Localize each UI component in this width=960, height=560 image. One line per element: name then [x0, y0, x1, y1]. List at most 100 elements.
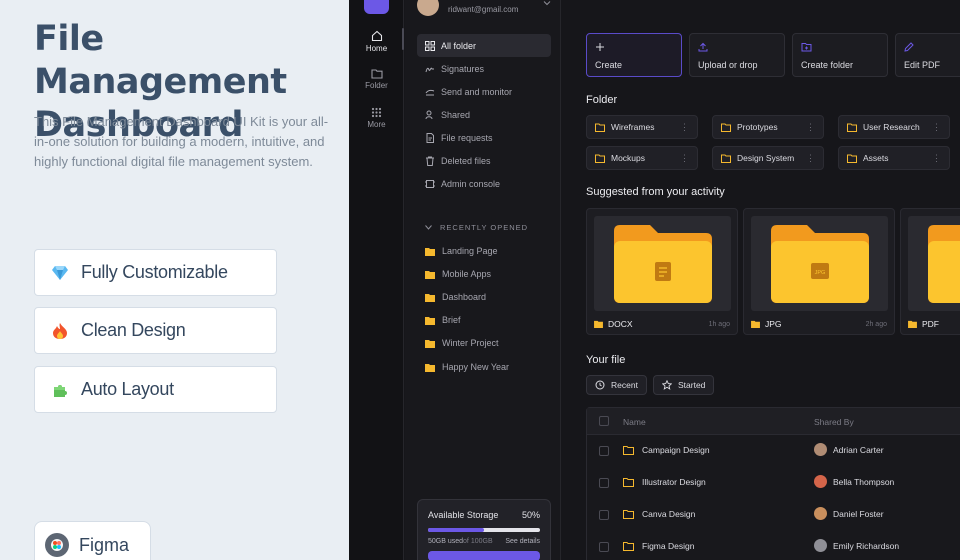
upgrade-button[interactable]: [428, 551, 540, 560]
recent-item[interactable]: Brief: [425, 315, 461, 325]
folder-chip[interactable]: Design System ⋮: [712, 146, 824, 170]
folder-icon: [623, 477, 634, 487]
recent-item[interactable]: Winter Project: [425, 338, 499, 348]
rail-item-more[interactable]: More: [349, 107, 404, 129]
filter-started-button[interactable]: Started: [653, 375, 715, 395]
file-preview: JPG: [751, 216, 888, 311]
clock-icon: [595, 380, 605, 390]
edit-pdf-button[interactable]: Edit PDF: [895, 33, 960, 77]
grid-icon: [371, 107, 382, 118]
rail-item-label: Folder: [365, 81, 388, 90]
folder-section-title: Folder: [586, 94, 618, 106]
promo-panel: File Management Dashboard This File Mana…: [0, 0, 349, 560]
folder-icon: JPG: [770, 224, 869, 303]
table-row[interactable]: Campaign Design Adrian Carter: [587, 435, 960, 467]
more-options-icon[interactable]: ⋮: [932, 122, 941, 133]
file-type-badge: JPG: [814, 270, 825, 276]
recent-item[interactable]: Dashboard: [425, 292, 486, 302]
suggested-file-card[interactable]: PDF: [900, 208, 960, 335]
sidebar-item-signatures[interactable]: Signatures: [417, 57, 551, 80]
column-header-shared-by[interactable]: Shared By: [814, 417, 854, 427]
chevron-down-icon[interactable]: [543, 0, 551, 6]
avatar: [814, 539, 827, 552]
rail-item-home[interactable]: Home: [349, 30, 404, 53]
suggested-section-title: Suggested from your activity: [586, 186, 725, 198]
storage-title: Available Storage: [428, 510, 499, 520]
more-options-icon[interactable]: ⋮: [680, 122, 689, 133]
more-options-icon[interactable]: ⋮: [806, 153, 815, 164]
folder-icon: [613, 224, 712, 303]
sidebar-item-label: File requests: [441, 132, 493, 143]
avatar: [417, 0, 439, 16]
app-logo[interactable]: [364, 0, 389, 14]
user-profile[interactable]: ridwant@gmail.com: [417, 0, 518, 16]
folder-icon: [623, 541, 634, 551]
create-button[interactable]: Create: [586, 33, 682, 77]
signature-icon: [425, 67, 434, 72]
folder-icon: [595, 123, 605, 132]
more-options-icon[interactable]: ⋮: [680, 153, 689, 164]
icon-rail: Home Folder More: [349, 0, 404, 560]
row-checkbox[interactable]: [599, 510, 609, 520]
suggested-file-card[interactable]: JPG JPG 2h ago: [743, 208, 895, 335]
folder-chip[interactable]: Assets ⋮: [838, 146, 950, 170]
folder-icon: [425, 247, 435, 256]
folder-icon: [721, 123, 731, 132]
folder-icon: [928, 224, 960, 303]
folder-icon: [425, 363, 435, 372]
sidebar-item-all-folder[interactable]: All folder: [417, 34, 551, 57]
sidebar-item-shared[interactable]: Shared: [417, 103, 551, 126]
storage-progress-bar: [428, 528, 540, 532]
file-preview: [594, 216, 731, 311]
file-time: 2h ago: [865, 320, 887, 328]
sidebar-item-admin-console[interactable]: Admin console: [417, 172, 551, 195]
folder-icon: [425, 270, 435, 279]
grid-icon: [425, 40, 435, 51]
upload-icon: [698, 42, 708, 52]
feature-label: Auto Layout: [81, 379, 174, 399]
recent-item[interactable]: Landing Page: [425, 246, 498, 256]
more-options-icon[interactable]: ⋮: [932, 153, 941, 164]
sidebar-item-label: All folder: [441, 40, 477, 51]
recent-item[interactable]: Happy New Year: [425, 362, 509, 372]
more-options-icon[interactable]: ⋮: [806, 122, 815, 133]
sidebar-item-file-requests[interactable]: File requests: [417, 126, 551, 149]
users-icon: [425, 110, 433, 119]
folder-chip[interactable]: Wireframes ⋮: [586, 115, 698, 139]
file-preview: [908, 216, 960, 311]
table-row[interactable]: Illustrator Design Bella Thompson: [587, 467, 960, 499]
folder-chip[interactable]: Mockups ⋮: [586, 146, 698, 170]
file-request-icon: [426, 132, 434, 143]
folder-chip[interactable]: Prototypes ⋮: [712, 115, 824, 139]
upload-button[interactable]: Upload or drop: [689, 33, 785, 77]
filter-recent-button[interactable]: Recent: [586, 375, 647, 395]
edit-icon: [904, 42, 914, 52]
sidebar-item-deleted-files[interactable]: Deleted files: [417, 149, 551, 172]
files-table: Name Shared By Campaign Design Adrian Ca…: [586, 407, 960, 560]
send-icon: [425, 89, 435, 95]
sidebar-item-send-and-monitor[interactable]: Send and monitor: [417, 80, 551, 103]
puzzle-icon: [51, 381, 69, 399]
app-window: Home Folder More ridwant@gmail.com All f…: [349, 0, 960, 560]
sidebar-item-label: Send and monitor: [441, 86, 513, 97]
table-row[interactable]: Figma Design Emily Richardson: [587, 531, 960, 560]
table-row[interactable]: Canva Design Daniel Foster: [587, 499, 960, 531]
recent-item[interactable]: Mobile Apps: [425, 269, 491, 279]
row-checkbox[interactable]: [599, 446, 609, 456]
column-header-name[interactable]: Name: [623, 417, 646, 427]
folder-icon: [370, 69, 383, 79]
row-checkbox[interactable]: [599, 478, 609, 488]
suggested-file-card[interactable]: DOCX 1h ago: [586, 208, 738, 335]
rail-item-folder[interactable]: Folder: [349, 68, 404, 90]
row-checkbox[interactable]: [599, 542, 609, 552]
select-all-checkbox[interactable]: [599, 416, 609, 426]
recently-opened-header[interactable]: RECENTLY OPENED: [425, 223, 528, 232]
feature-card-customizable: Fully Customizable: [34, 249, 277, 296]
folder-chip[interactable]: User Research ⋮: [838, 115, 950, 139]
sidebar-item-label: Shared: [441, 109, 471, 120]
see-details-link[interactable]: See details: [505, 538, 540, 545]
fire-icon: [51, 322, 69, 340]
folder-icon: [847, 123, 857, 132]
sidebar: ridwant@gmail.com All folder Signatures …: [405, 0, 561, 560]
create-folder-button[interactable]: Create folder: [792, 33, 888, 77]
